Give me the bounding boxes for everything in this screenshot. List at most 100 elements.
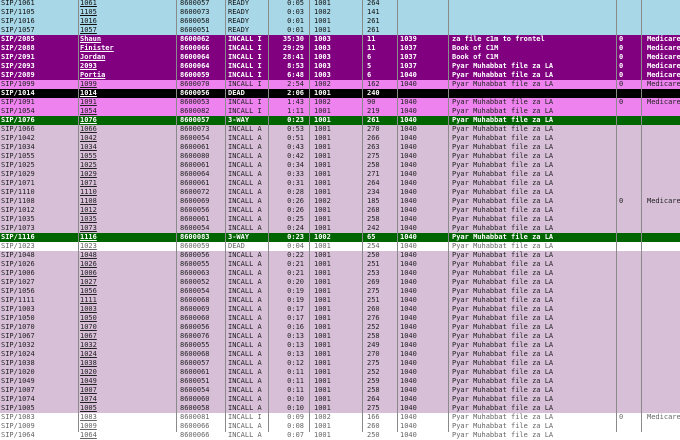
user-cell[interactable]: 1016+: [79, 17, 171, 26]
user-cell[interactable]: 1055+: [79, 152, 171, 161]
station-cell[interactable]: SIP/1110: [0, 188, 78, 197]
user-cell[interactable]: 1105+: [79, 8, 171, 17]
user-cell[interactable]: 1070+: [79, 323, 171, 332]
station-cell[interactable]: SIP/1067: [0, 332, 78, 341]
hold-cell: [618, 134, 636, 143]
user-cell[interactable]: 1009+: [79, 422, 171, 431]
station-cell[interactable]: SIP/1026: [0, 260, 78, 269]
user-cell[interactable]: 1026+: [79, 260, 171, 269]
station-cell[interactable]: SIP/1014: [0, 89, 78, 98]
user-cell[interactable]: 1116+: [79, 233, 171, 242]
station-cell[interactable]: SIP/1108: [0, 197, 78, 206]
station-cell[interactable]: SIP/1055: [0, 152, 78, 161]
station-cell[interactable]: SIP/1003: [0, 305, 78, 314]
list-cell: [646, 215, 680, 224]
user-cell[interactable]: 1020+: [79, 368, 171, 377]
station-cell[interactable]: SIP/2093: [0, 62, 78, 71]
user-cell[interactable]: 1012+: [79, 206, 171, 215]
user-cell[interactable]: 1083+: [79, 413, 171, 422]
station-cell[interactable]: SIP/1083: [0, 413, 78, 422]
station-cell[interactable]: SIP/1073: [0, 224, 78, 233]
station-cell[interactable]: SIP/2089: [0, 71, 78, 80]
user-cell[interactable]: 1042+: [79, 134, 171, 143]
user-cell[interactable]: 1076+: [79, 116, 171, 125]
user-cell[interactable]: 1073+: [79, 224, 171, 233]
station-cell[interactable]: SIP/1007: [0, 386, 78, 395]
station-cell[interactable]: SIP/1032: [0, 341, 78, 350]
station-cell[interactable]: SIP/1056: [0, 287, 78, 296]
user-cell[interactable]: Jordan+: [79, 53, 171, 62]
user-cell[interactable]: 1014+: [79, 89, 171, 98]
station-cell[interactable]: SIP/1023: [0, 242, 78, 251]
station-cell[interactable]: SIP/2091: [0, 53, 78, 62]
station-cell[interactable]: SIP/1020: [0, 368, 78, 377]
station-cell[interactable]: SIP/1064: [0, 431, 78, 440]
station-cell[interactable]: SIP/1111: [0, 296, 78, 305]
user-cell[interactable]: 1099+: [79, 80, 171, 89]
user-cell[interactable]: 1034+: [79, 143, 171, 152]
station-cell[interactable]: SIP/1054: [0, 107, 78, 116]
station-cell[interactable]: SIP/1116: [0, 233, 78, 242]
user-cell[interactable]: 1005+: [79, 404, 171, 413]
station-cell[interactable]: SIP/1024: [0, 350, 78, 359]
station-cell[interactable]: SIP/2085: [0, 35, 78, 44]
user-cell[interactable]: 1032+: [79, 341, 171, 350]
user-cell[interactable]: 1056+: [79, 287, 171, 296]
user-cell[interactable]: 1108+: [79, 197, 171, 206]
station-cell[interactable]: SIP/1061: [0, 0, 78, 8]
user-cell[interactable]: 1057+: [79, 26, 171, 35]
user-cell[interactable]: 1071+: [79, 179, 171, 188]
station-cell[interactable]: SIP/1038: [0, 359, 78, 368]
station-cell[interactable]: SIP/1074: [0, 395, 78, 404]
station-cell[interactable]: SIP/1009: [0, 422, 78, 431]
user-cell[interactable]: 1035+: [79, 215, 171, 224]
station-cell[interactable]: SIP/1076: [0, 116, 78, 125]
user-cell[interactable]: 1050+: [79, 314, 171, 323]
station-cell[interactable]: SIP/1012: [0, 206, 78, 215]
user-cell[interactable]: 2093+: [79, 62, 171, 71]
user-cell[interactable]: 1007+: [79, 386, 171, 395]
station-cell[interactable]: SIP/1070: [0, 323, 78, 332]
station-cell[interactable]: SIP/1034: [0, 143, 78, 152]
user-cell[interactable]: 1110+: [79, 188, 171, 197]
station-cell[interactable]: SIP/1091: [0, 98, 78, 107]
user-cell[interactable]: 1049+: [79, 377, 171, 386]
user-cell[interactable]: 1064+: [79, 431, 171, 440]
user-cell[interactable]: Finister+: [79, 44, 171, 53]
user-cell[interactable]: Portia+: [79, 71, 171, 80]
user-cell[interactable]: Shaun+: [79, 35, 171, 44]
user-cell[interactable]: 1003+: [79, 305, 171, 314]
user-cell[interactable]: 1027+: [79, 278, 171, 287]
user-cell[interactable]: 1024+: [79, 350, 171, 359]
user-cell[interactable]: 1074+: [79, 395, 171, 404]
station-cell[interactable]: SIP/2088: [0, 44, 78, 53]
station-cell[interactable]: SIP/1035: [0, 215, 78, 224]
station-cell[interactable]: SIP/1016: [0, 17, 78, 26]
station-cell[interactable]: SIP/1050: [0, 314, 78, 323]
station-cell[interactable]: SIP/1048: [0, 251, 78, 260]
user-cell[interactable]: 1054+: [79, 107, 171, 116]
user-cell[interactable]: 1111+: [79, 296, 171, 305]
station-cell[interactable]: SIP/1025: [0, 161, 78, 170]
station-cell[interactable]: SIP/1006: [0, 269, 78, 278]
station-cell[interactable]: SIP/1057: [0, 26, 78, 35]
user-cell[interactable]: 1006+: [79, 269, 171, 278]
user-cell[interactable]: 1038+: [79, 359, 171, 368]
station-cell[interactable]: SIP/1005: [0, 404, 78, 413]
user-cell[interactable]: 1029+: [79, 170, 171, 179]
user-cell[interactable]: 1067+: [79, 332, 171, 341]
station-cell[interactable]: SIP/1066: [0, 125, 78, 134]
user-cell[interactable]: 1025+: [79, 161, 171, 170]
user-cell[interactable]: 1061+: [79, 0, 171, 8]
station-cell[interactable]: SIP/1105: [0, 8, 78, 17]
station-cell[interactable]: SIP/1049: [0, 377, 78, 386]
user-cell[interactable]: 1023+: [79, 242, 171, 251]
station-cell[interactable]: SIP/1071: [0, 179, 78, 188]
user-cell[interactable]: 1048+: [79, 251, 171, 260]
station-cell[interactable]: SIP/1029: [0, 170, 78, 179]
user-cell[interactable]: 1066+: [79, 125, 171, 134]
station-cell[interactable]: SIP/1042: [0, 134, 78, 143]
user-cell[interactable]: 1091+: [79, 98, 171, 107]
station-cell[interactable]: SIP/1027: [0, 278, 78, 287]
station-cell[interactable]: SIP/1099: [0, 80, 78, 89]
